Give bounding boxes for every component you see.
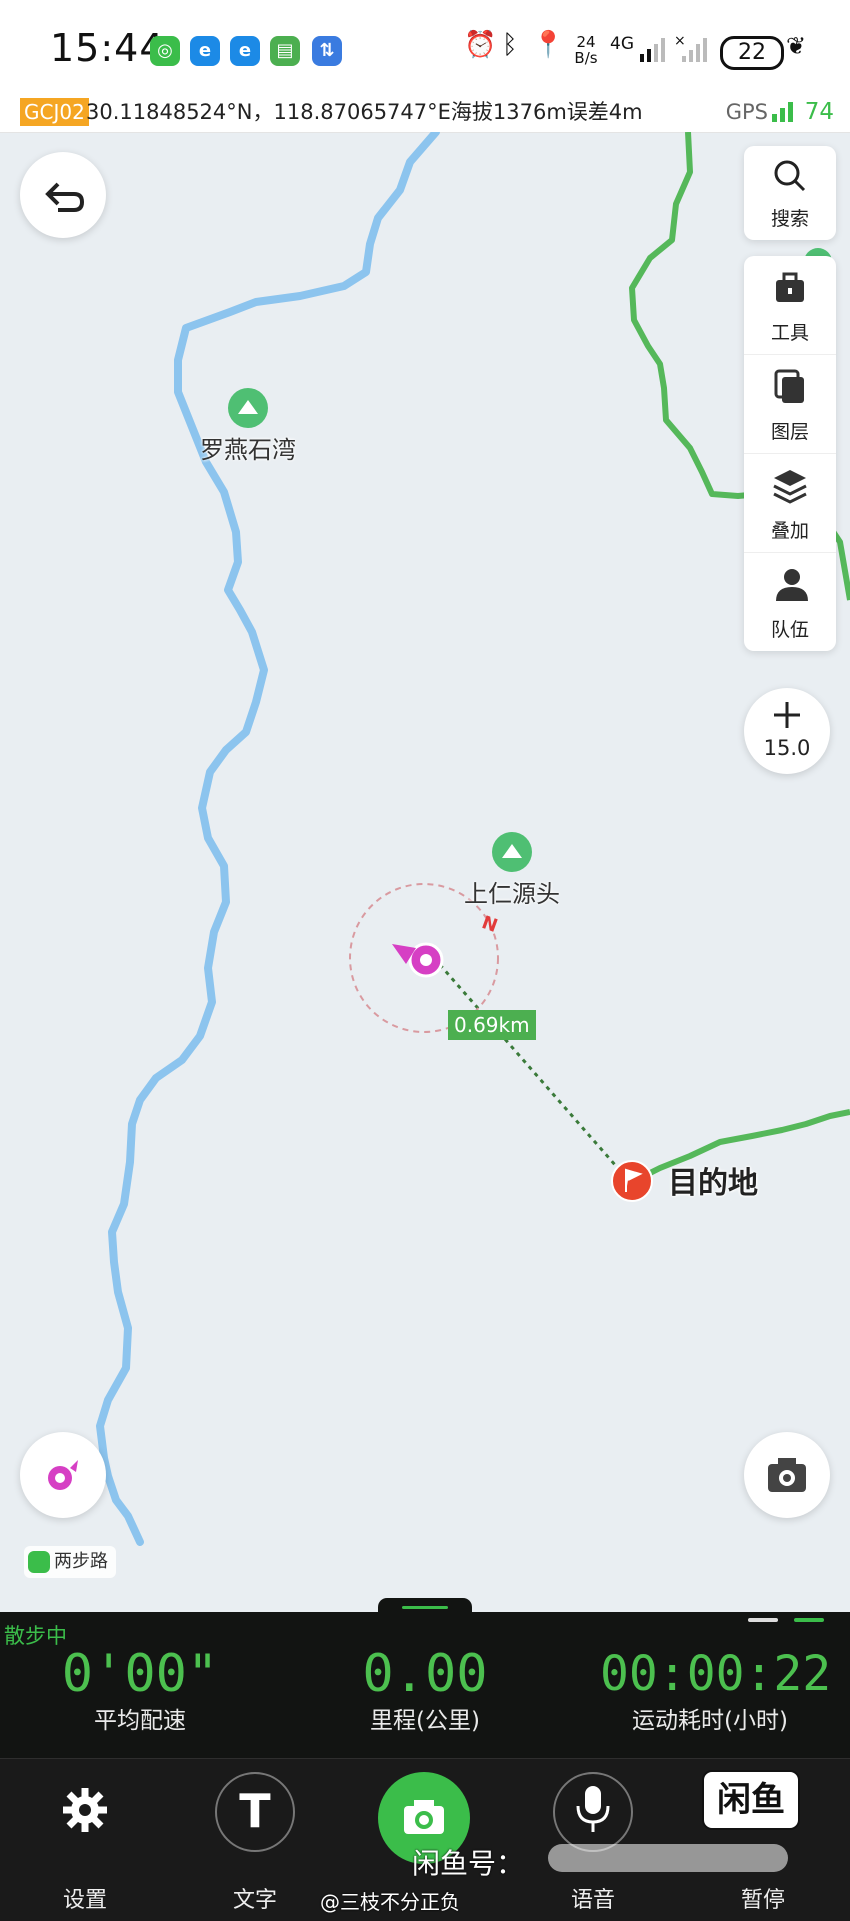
toolbox-icon	[776, 272, 804, 302]
gear-icon	[63, 1788, 107, 1832]
poi-label: 罗燕石湾	[200, 436, 296, 464]
tools-button[interactable]: 工具	[744, 256, 836, 355]
settings-button[interactable]	[42, 1772, 128, 1858]
bluetooth-icon: ᛒ	[502, 30, 518, 60]
browser-app-icon-2: e	[230, 36, 260, 66]
overlay-button[interactable]: 叠加	[744, 454, 836, 553]
sim-app-icon: ▤	[270, 36, 300, 66]
layers-icon	[774, 369, 804, 403]
search-button[interactable]: 搜索	[744, 146, 836, 240]
camera-icon	[768, 1458, 806, 1492]
distance-label: 里程(公里)	[370, 1708, 480, 1734]
map-canvas	[96, 132, 850, 1546]
poi-label: 上仁源头	[464, 880, 560, 908]
layers-button[interactable]: 图层	[744, 355, 836, 454]
weibo-watermark: @三枝不分正负	[320, 1890, 460, 1914]
blurred-text	[548, 1844, 788, 1872]
battery-indicator: 22	[720, 36, 784, 70]
poi-shangrenyuantou[interactable]: 上仁源头	[464, 832, 560, 909]
team-label: 队伍	[770, 619, 809, 641]
pace-stat: 0'00" 平均配速	[40, 1642, 240, 1736]
overlay-label: 叠加	[770, 520, 809, 542]
gps-label: GPS	[725, 100, 768, 124]
duration-label: 运动耗时(小时)	[632, 1708, 788, 1734]
microphone-icon	[553, 1772, 633, 1852]
coordinates-text: 30.11848524°N，118.87065747°E海拔1376m误差4m	[86, 100, 643, 124]
pause-label[interactable]: 暂停	[713, 1882, 813, 1914]
location-icon: 📍	[532, 30, 565, 60]
mountain-pin-icon	[228, 388, 268, 428]
search-icon	[774, 160, 806, 192]
duration-value: 00:00:22	[600, 1646, 832, 1702]
liangbulu-app-icon: ◎	[150, 36, 180, 66]
distance-stat: 0.00 里程(公里)	[325, 1642, 525, 1736]
text-label: 文字	[232, 1888, 277, 1913]
signal-icon	[640, 38, 665, 62]
back-button[interactable]	[20, 152, 106, 238]
text-button[interactable]: T	[212, 1772, 298, 1858]
route-guide-line	[432, 957, 618, 1167]
settings-label: 设置	[62, 1888, 107, 1913]
team-icon	[776, 569, 808, 601]
map-camera-button[interactable]	[744, 1432, 830, 1518]
overlay-stack-icon	[773, 470, 807, 504]
distance-label: 0.69km	[448, 1010, 536, 1040]
status-bar: 15:44 ◎ e e ▤ ⇅ ⏰ ᛒ 📍 24 B/s 4G × 22 ❦	[0, 0, 850, 92]
alarm-icon: ⏰	[464, 30, 497, 60]
location-arrow-icon	[48, 1460, 78, 1490]
search-label: 搜索	[770, 208, 809, 230]
tools-label: 工具	[770, 322, 809, 344]
xianyu-logo: 闲鱼	[702, 1770, 800, 1830]
pace-value: 0'00"	[61, 1644, 219, 1704]
map-view[interactable]: N 罗燕石湾 上仁源头 0.69km 目的地 搜索 工具 图层 叠加 队伍 15…	[0, 132, 850, 1612]
zoom-level: 15.0	[763, 736, 811, 760]
destination-label: 目的地	[668, 1166, 758, 1201]
net-speed: 24 B/s	[574, 33, 598, 67]
layers-label: 图层	[770, 421, 809, 443]
voice-label: 语音	[570, 1888, 615, 1913]
gps-signal-icon	[772, 102, 794, 122]
coordinate-bar: GCJ02 30.11848524°N，118.87065747°E海拔1376…	[0, 92, 850, 133]
network-type: 4G	[610, 34, 634, 54]
zoom-button[interactable]: 15.0	[744, 688, 830, 774]
duration-stat: 00:00:22 运动耗时(小时)	[600, 1642, 832, 1736]
river-line	[96, 132, 440, 1546]
location-dot	[420, 954, 432, 966]
destination-marker[interactable]	[611, 1160, 653, 1202]
coord-system-tag: GCJ02	[20, 98, 89, 126]
signal-icon-2: ×	[674, 33, 707, 62]
pace-label: 平均配速	[94, 1708, 186, 1734]
transfer-app-icon: ⇅	[312, 36, 342, 66]
svg-text:×: ×	[674, 33, 686, 49]
leaf-icon: ❦	[786, 32, 807, 60]
watermark-text: 闲鱼号：	[412, 1847, 525, 1880]
text-icon: T	[215, 1772, 295, 1852]
mountain-pin-icon	[492, 832, 532, 872]
brand-badge-label: 两步路	[54, 1551, 108, 1572]
clock: 15:44	[50, 26, 165, 70]
distance-value: 0.00	[362, 1644, 488, 1704]
page-indicator	[748, 1618, 828, 1622]
back-arrow-icon	[45, 182, 85, 212]
poi-luoyanshiwan[interactable]: 罗燕石湾	[200, 388, 296, 465]
team-button[interactable]: 队伍	[744, 553, 836, 651]
plus-icon	[774, 702, 800, 728]
locate-button[interactable]	[20, 1432, 106, 1518]
gps-satellite-count: 74	[804, 99, 834, 125]
liangbulu-logo-icon	[28, 1551, 50, 1573]
browser-app-icon: e	[190, 36, 220, 66]
brand-badge: 两步路	[24, 1546, 116, 1578]
tools-panel: 工具 图层 叠加 队伍	[744, 256, 836, 651]
